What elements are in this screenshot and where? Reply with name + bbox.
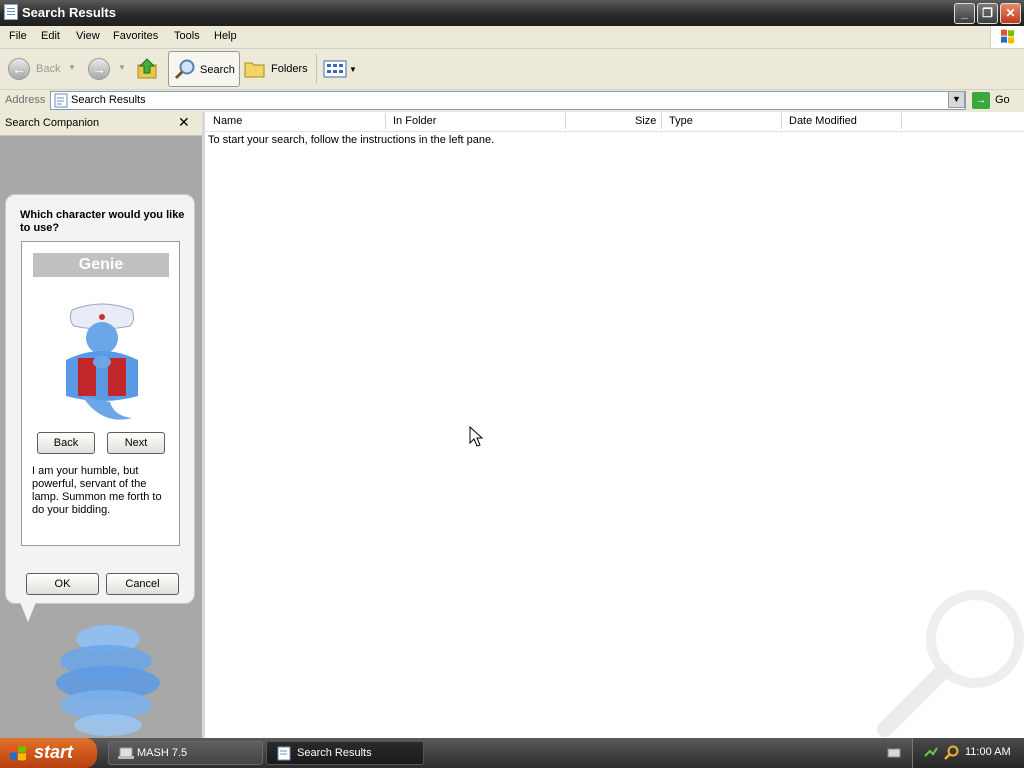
- character-name: Genie: [33, 253, 169, 277]
- cancel-button[interactable]: Cancel: [106, 573, 179, 595]
- next-character-button[interactable]: Next: [107, 432, 165, 454]
- taskbar-item-mash[interactable]: MASH 7.5: [108, 741, 263, 765]
- title-bar[interactable]: Search Results _ ❐ ✕: [0, 0, 1024, 26]
- views-icon: [323, 60, 347, 78]
- taskbar: start MASH 7.5 Search Results 11:00 AM: [0, 738, 1024, 768]
- windows-logo-icon: [990, 26, 1024, 48]
- results-pane: Name In Folder Size Type Date Modified T…: [202, 112, 1024, 738]
- column-divider[interactable]: [901, 113, 902, 129]
- character-preview-panel: Genie Back Next I am your humble, but po…: [21, 241, 180, 546]
- taskbar-item-search-results[interactable]: Search Results: [266, 741, 424, 765]
- go-arrow-icon: →: [972, 92, 990, 109]
- up-folder-button[interactable]: [136, 57, 158, 81]
- menu-help[interactable]: Help: [214, 30, 237, 42]
- column-header-row: Name In Folder Size Type Date Modified: [205, 112, 1024, 132]
- menu-tools[interactable]: Tools: [174, 30, 200, 42]
- up-folder-icon: [137, 58, 157, 79]
- bubble-tail: [20, 602, 36, 622]
- ok-button[interactable]: OK: [26, 573, 99, 595]
- search-label: Search: [200, 64, 235, 76]
- network-icon[interactable]: [923, 746, 939, 760]
- forward-arrow-icon: →: [88, 58, 110, 80]
- windows-flag-icon: [10, 745, 26, 761]
- character-dialog-bubble: Which character would you like to use? G…: [5, 194, 195, 604]
- folder-icon: [244, 62, 265, 78]
- genie-smoke-icon[interactable]: [48, 617, 168, 737]
- column-divider[interactable]: [781, 113, 782, 129]
- start-label: start: [34, 742, 74, 762]
- back-arrow-icon: ←: [8, 58, 30, 80]
- folders-label: Folders: [271, 63, 308, 75]
- window-title: Search Results: [22, 5, 116, 20]
- close-pane-icon[interactable]: ✕: [178, 114, 190, 131]
- column-divider[interactable]: [565, 113, 566, 129]
- views-button[interactable]: ▼: [323, 57, 357, 81]
- folders-button[interactable]: Folders: [244, 57, 310, 81]
- back-dropdown-icon: ▼: [68, 63, 76, 72]
- taskbar-item-label: MASH 7.5: [137, 747, 188, 759]
- menu-bar: File Edit View Favorites Tools Help: [0, 26, 1024, 49]
- magnifier-watermark-icon: [877, 590, 1024, 737]
- search-button[interactable]: Search: [168, 51, 240, 87]
- column-date-modified[interactable]: Date Modified: [789, 115, 857, 127]
- keyboard-icon[interactable]: [887, 747, 901, 759]
- system-tray: 11:00 AM: [912, 738, 1024, 768]
- close-icon: ✕: [1005, 6, 1016, 20]
- menu-file[interactable]: File: [9, 30, 27, 42]
- forward-dropdown-icon: ▼: [118, 63, 126, 72]
- column-divider[interactable]: [385, 113, 386, 129]
- genie-character-icon: [66, 303, 138, 420]
- go-button[interactable]: → Go: [972, 91, 1020, 110]
- minimize-button[interactable]: _: [954, 3, 975, 24]
- mouse-cursor-icon: [469, 426, 483, 447]
- menu-favorites[interactable]: Favorites: [113, 30, 158, 42]
- mash-app-icon: [118, 747, 134, 759]
- search-tray-icon[interactable]: [943, 745, 959, 761]
- go-label: Go: [995, 94, 1010, 106]
- chevron-down-icon: ▼: [952, 94, 961, 104]
- restore-button[interactable]: ❐: [977, 3, 998, 24]
- clock: 11:00 AM: [965, 746, 1011, 758]
- search-companion-pane: Search Companion ✕ Which character would…: [0, 112, 202, 738]
- start-button[interactable]: start: [0, 738, 97, 768]
- address-dropdown-button[interactable]: ▼: [948, 91, 965, 108]
- search-results-icon: [277, 746, 291, 761]
- address-label: Address: [5, 94, 46, 106]
- taskbar-item-label: Search Results: [297, 747, 372, 759]
- back-button[interactable]: ← Back ▼: [8, 57, 78, 81]
- menu-view[interactable]: View: [76, 30, 100, 42]
- minimize-icon: _: [961, 6, 968, 20]
- menu-edit[interactable]: Edit: [41, 30, 60, 42]
- empty-results-message: To start your search, follow the instruc…: [208, 134, 495, 146]
- search-results-icon: [4, 4, 18, 20]
- forward-button[interactable]: → ▼: [88, 57, 126, 81]
- character-description: I am your humble, but powerful, servant …: [32, 465, 162, 516]
- search-companion-title: Search Companion: [5, 117, 100, 129]
- toolbar: ← Back ▼ → ▼ Search Folders ▼: [0, 49, 1024, 90]
- search-companion-header: Search Companion ✕: [0, 112, 202, 136]
- restore-icon: ❐: [982, 6, 993, 20]
- back-label: Back: [36, 63, 61, 75]
- search-results-icon: [54, 93, 68, 108]
- character-question: Which character would you like to use?: [20, 209, 185, 234]
- toolbar-separator: [316, 54, 317, 84]
- close-button[interactable]: ✕: [1000, 3, 1021, 24]
- column-type[interactable]: Type: [669, 115, 693, 127]
- column-name[interactable]: Name: [213, 115, 242, 127]
- column-in-folder[interactable]: In Folder: [393, 115, 436, 127]
- search-icon: [174, 59, 195, 80]
- column-size[interactable]: Size: [635, 115, 656, 127]
- address-bar: Address Search Results ▼ → Go: [0, 90, 1024, 113]
- column-divider[interactable]: [661, 113, 662, 129]
- address-value: Search Results: [71, 94, 146, 106]
- address-input[interactable]: Search Results: [50, 91, 966, 110]
- back-character-button[interactable]: Back: [37, 432, 95, 454]
- views-dropdown-icon: ▼: [349, 65, 357, 74]
